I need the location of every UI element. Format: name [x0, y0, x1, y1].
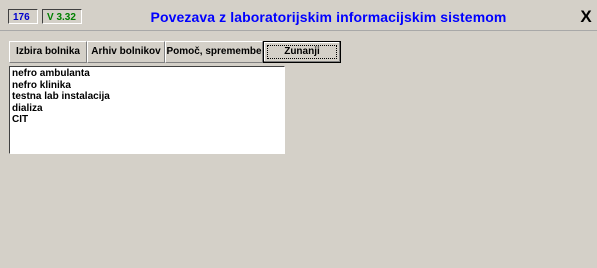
number-badge: 176	[8, 9, 38, 24]
tab-zunanji[interactable]: Zunanji	[263, 41, 341, 63]
tab-arhiv-bolnikov[interactable]: Arhiv bolnikov	[87, 41, 165, 63]
list-item[interactable]: dializa	[12, 103, 282, 115]
tab-zunanji-label: Zunanji	[284, 46, 320, 57]
title-bar: 176 V 3.32 Povezava z laboratorijskim in…	[0, 0, 597, 31]
list-item[interactable]: nefro ambulanta	[12, 68, 282, 80]
close-icon[interactable]: X	[577, 8, 595, 26]
tab-izbira-bolnika[interactable]: Izbira bolnika	[9, 41, 87, 63]
list-item[interactable]: testna lab instalacija	[12, 91, 282, 103]
tab-pomoc-spremembe[interactable]: Pomoč, spremembe	[165, 41, 263, 63]
tab-bar: Izbira bolnika Arhiv bolnikov Pomoč, spr…	[9, 41, 341, 63]
list-item[interactable]: CIT	[12, 114, 282, 126]
laboratory-list[interactable]: nefro ambulanta nefro klinika testna lab…	[9, 66, 285, 154]
list-item[interactable]: nefro klinika	[12, 80, 282, 92]
version-badge: V 3.32	[42, 9, 82, 24]
window-title: Povezava z laboratorijskim informacijski…	[150, 9, 507, 25]
